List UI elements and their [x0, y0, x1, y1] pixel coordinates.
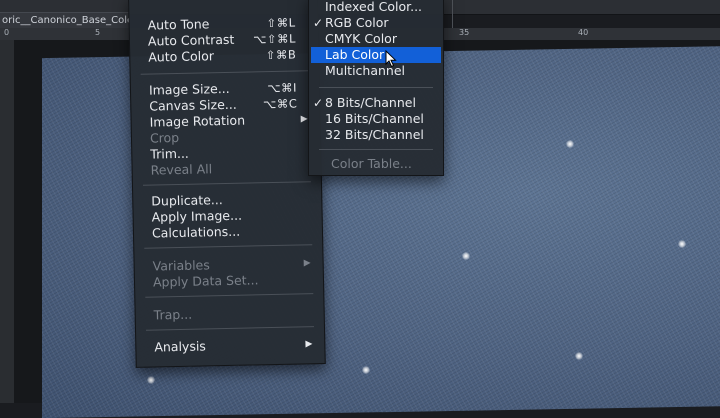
menu-item-apply-data-set[interactable]: Apply Data Set...	[135, 271, 323, 291]
checkmark-icon: ✓	[313, 96, 324, 110]
document-tab-title: oric__Canonico_Base_Colo	[2, 15, 130, 26]
sparkle	[147, 376, 155, 384]
menu-item-analysis[interactable]: Analysis ▶	[136, 336, 324, 356]
menu-item-color-table[interactable]: Color Table...	[309, 156, 443, 172]
ruler-label: 0	[4, 28, 10, 37]
menu-separator	[145, 293, 314, 298]
menu-item-8-bits-channel[interactable]: ✓ 8 Bits/Channel	[309, 95, 443, 111]
vertical-ruler	[0, 40, 15, 403]
menu-item-rgb-color[interactable]: ✓ RGB Color	[309, 15, 443, 31]
pointer-cursor-icon	[385, 50, 397, 68]
divider	[452, 0, 453, 28]
menu-separator	[140, 70, 309, 75]
ruler-label: 35	[459, 28, 470, 37]
menu-item-auto-color[interactable]: Auto Color ⇧⌘B	[130, 46, 318, 66]
sparkle	[678, 240, 686, 248]
ruler-label: 40	[578, 28, 589, 37]
menu-item-cmyk-color[interactable]: CMYK Color	[309, 31, 443, 47]
mode-submenu: Indexed Color... ✓ RGB Color CMYK Color …	[308, 0, 444, 176]
menu-item-calculations[interactable]: Calculations...	[134, 222, 322, 242]
shortcut-label: ⇧⌘B	[265, 47, 297, 63]
shortcut-label: ⌥⌘C	[262, 96, 298, 112]
ruler-label: 5	[95, 28, 101, 37]
menu-separator	[319, 87, 433, 88]
sparkle	[575, 352, 583, 360]
menu-separator	[145, 326, 314, 331]
sparkle	[566, 140, 574, 148]
submenu-arrow-icon: ▶	[305, 339, 313, 350]
shortcut-label: ⇧⌘L	[266, 15, 296, 31]
menu-item-lab-color[interactable]: Lab Color	[311, 47, 441, 63]
menu-item-trap[interactable]: Trap...	[136, 304, 324, 324]
document-tab[interactable]: oric__Canonico_Base_Colo	[0, 12, 130, 28]
menu-item-32-bits-channel[interactable]: 32 Bits/Channel	[309, 127, 443, 143]
image-menu: Auto Tone ⇧⌘L Auto Contrast ⌥⇧⌘L Auto Co…	[128, 0, 326, 368]
submenu-arrow-icon: ▶	[303, 258, 311, 269]
menu-separator	[319, 149, 433, 150]
submenu-arrow-icon: ▶	[300, 114, 308, 125]
menu-separator	[144, 244, 313, 249]
shortcut-label: ⌥⇧⌘L	[252, 31, 297, 47]
checkmark-icon: ✓	[313, 16, 324, 30]
menu-item-indexed-color[interactable]: Indexed Color...	[309, 0, 443, 15]
menu-item-multichannel[interactable]: Multichannel	[309, 63, 443, 79]
sparkle	[462, 252, 470, 260]
shortcut-label: ⌥⌘I	[267, 80, 298, 96]
menu-separator	[142, 181, 311, 186]
sparkle	[362, 366, 370, 374]
menu-item-reveal-all[interactable]: Reveal All	[132, 159, 320, 179]
menu-item-16-bits-channel[interactable]: 16 Bits/Channel	[309, 111, 443, 127]
